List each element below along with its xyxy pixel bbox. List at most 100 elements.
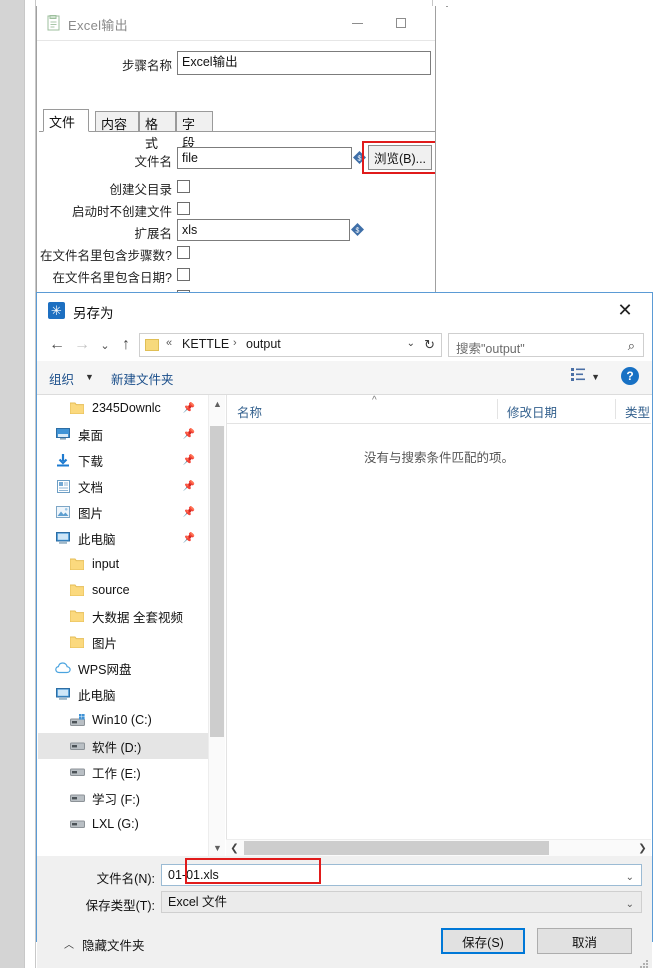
save-form: 文件名(N): 01-01.xls ⌄ 保存类型(T): Excel 文件 ⌄ bbox=[37, 856, 652, 916]
close-icon[interactable]: ✕ bbox=[602, 293, 648, 327]
navigation-bar: ← → ⌄ ↑ « KETTLE › output ⌄ ↻ 搜索"output"… bbox=[37, 329, 652, 361]
minimize-icon[interactable] bbox=[335, 6, 379, 40]
sidebar-scroll-thumb[interactable] bbox=[210, 426, 224, 737]
sidebar-item-label: 此电脑 bbox=[78, 688, 116, 703]
sidebar-item[interactable]: input bbox=[38, 551, 208, 577]
include-date-checkbox[interactable] bbox=[177, 268, 190, 281]
scroll-left-icon[interactable]: ❮ bbox=[226, 840, 243, 857]
sidebar-item[interactable]: 工作 (E:) bbox=[38, 759, 208, 785]
chevron-down-icon-filename[interactable]: ⌄ bbox=[626, 869, 634, 886]
file-name-combobox[interactable]: 01-01.xls ⌄ bbox=[161, 864, 642, 886]
filename-input[interactable]: file bbox=[177, 147, 352, 169]
organize-caret-icon[interactable]: ▼ bbox=[85, 372, 94, 382]
folder-icon bbox=[68, 558, 86, 570]
sidebar-item[interactable]: 图片 bbox=[38, 629, 208, 655]
breadcrumb-item-kettle[interactable]: KETTLE bbox=[182, 337, 229, 351]
sidebar-item-label: 文档 bbox=[78, 480, 104, 495]
sidebar-item[interactable]: source bbox=[38, 577, 208, 603]
scroll-right-icon[interactable]: ❯ bbox=[634, 840, 651, 857]
chevron-down-icon-filetype[interactable]: ⌄ bbox=[626, 896, 634, 913]
tab-file[interactable]: 文件 bbox=[43, 109, 89, 132]
column-header-date[interactable]: 修改日期 bbox=[507, 402, 557, 421]
this-pc-icon bbox=[54, 688, 72, 700]
sidebar-item[interactable]: 2345Downlc 📌 bbox=[38, 395, 208, 421]
view-mode-button[interactable]: ▼ bbox=[571, 368, 600, 386]
column-header-type[interactable]: 类型 bbox=[625, 402, 650, 421]
kettle-icon: ✳ bbox=[48, 302, 65, 319]
sidebar-item-label: 图片 bbox=[92, 636, 118, 651]
search-input[interactable]: 搜索"output" ⌕ bbox=[448, 333, 644, 357]
save-type-label: 保存类型(T): bbox=[85, 899, 155, 913]
create-parent-dir-label: 创建父目录 bbox=[109, 183, 172, 197]
pin-icon[interactable]: 📌 bbox=[183, 533, 195, 544]
extension-input[interactable]: xls bbox=[177, 219, 350, 241]
cancel-button[interactable]: 取消 bbox=[537, 928, 632, 954]
file-list-header: ^ 名称 修改日期 类型 bbox=[227, 395, 651, 424]
organize-button[interactable]: 组织 bbox=[49, 369, 74, 388]
create-parent-dir-checkbox[interactable] bbox=[177, 180, 190, 193]
include-date-label: 在文件名里包含日期? bbox=[52, 271, 172, 285]
no-create-at-start-checkbox[interactable] bbox=[177, 202, 190, 215]
sidebar-item-label: input bbox=[92, 557, 120, 571]
drive-icon bbox=[68, 767, 86, 777]
close-icon[interactable]: ✕ bbox=[423, 6, 435, 40]
pin-icon[interactable]: 📌 bbox=[183, 507, 195, 518]
sidebar-scrollbar[interactable]: ▲ ▼ bbox=[208, 395, 225, 856]
help-icon[interactable]: ? bbox=[621, 367, 639, 385]
sidebar-item[interactable]: 此电脑 📌 bbox=[38, 525, 208, 551]
sidebar-item[interactable]: 软件 (D:) bbox=[38, 733, 208, 759]
file-name-value: 01-01.xls bbox=[168, 868, 219, 882]
sidebar-item[interactable]: 图片 📌 bbox=[38, 499, 208, 525]
new-folder-button[interactable]: 新建文件夹 bbox=[111, 369, 174, 388]
sidebar-item[interactable]: Win10 (C:) bbox=[38, 707, 208, 733]
breadcrumb[interactable]: « KETTLE › output ⌄ ↻ bbox=[139, 333, 442, 357]
sidebar-item[interactable]: 桌面 📌 bbox=[38, 421, 208, 447]
save-dialog-footer: ︿ 隐藏文件夹 保存(S) 取消 bbox=[37, 916, 652, 968]
file-list-scroll-thumb[interactable] bbox=[244, 841, 549, 855]
hide-folders-button[interactable]: ︿ 隐藏文件夹 bbox=[64, 935, 145, 954]
sidebar-item[interactable]: WPS网盘 bbox=[38, 655, 208, 681]
background-panel-right bbox=[653, 0, 669, 968]
step-name-input[interactable]: Excel输出 bbox=[177, 51, 431, 75]
save-button[interactable]: 保存(S) bbox=[441, 928, 525, 954]
variable-insert-icon[interactable]: $ bbox=[353, 151, 366, 164]
save-dialog-toolbar: 组织 ▼ 新建文件夹 ▼ ? bbox=[37, 361, 652, 395]
resize-grip[interactable] bbox=[639, 959, 649, 968]
save-dialog-titlebar: ✳ 另存为 ✕ bbox=[37, 293, 652, 329]
scroll-up-icon[interactable]: ▲ bbox=[209, 395, 226, 412]
sidebar-item-label: LXL (G:) bbox=[92, 817, 139, 831]
save-type-value: Excel 文件 bbox=[168, 895, 228, 909]
file-list-horizontal-scrollbar[interactable]: ❮ ❯ bbox=[226, 839, 651, 856]
sidebar-item[interactable]: 大数据 全套视频 bbox=[38, 603, 208, 629]
sidebar-item[interactable]: 文档 📌 bbox=[38, 473, 208, 499]
pin-icon[interactable]: 📌 bbox=[183, 429, 195, 440]
downloads-icon bbox=[54, 453, 72, 467]
tab-fields[interactable]: 字段 bbox=[176, 111, 213, 151]
pin-icon[interactable]: 📌 bbox=[183, 481, 195, 492]
save-dialog-title: 另存为 bbox=[73, 306, 114, 321]
maximize-icon[interactable] bbox=[379, 6, 423, 40]
sidebar-item-label: WPS网盘 bbox=[78, 662, 132, 677]
save-type-combobox[interactable]: Excel 文件 ⌄ bbox=[161, 891, 642, 913]
column-header-name[interactable]: 名称 bbox=[237, 402, 262, 421]
sidebar-item-label: 桌面 bbox=[78, 428, 104, 443]
variable-insert-icon-extension[interactable]: $ bbox=[351, 223, 364, 236]
back-arrow-icon[interactable]: ← bbox=[45, 333, 69, 357]
pin-icon[interactable]: 📌 bbox=[183, 403, 195, 414]
folder-icon bbox=[68, 402, 86, 414]
browse-button[interactable]: 浏览(B)... bbox=[368, 145, 432, 170]
tab-content[interactable]: 内容 bbox=[95, 111, 139, 132]
pin-icon[interactable]: 📌 bbox=[183, 455, 195, 466]
breadcrumb-item-output[interactable]: output bbox=[246, 337, 281, 351]
scroll-down-icon[interactable]: ▼ bbox=[209, 839, 226, 856]
sidebar-item[interactable]: LXL (G:) bbox=[38, 811, 208, 837]
sidebar-item[interactable]: 下载 📌 bbox=[38, 447, 208, 473]
forward-arrow-icon[interactable]: → bbox=[70, 333, 94, 357]
refresh-icon[interactable]: ↻ bbox=[424, 337, 435, 353]
chevron-down-icon[interactable]: ⌄ bbox=[407, 338, 415, 349]
sidebar-item[interactable]: 学习 (F:) bbox=[38, 785, 208, 811]
sidebar-item[interactable]: 此电脑 bbox=[38, 681, 208, 707]
up-arrow-icon[interactable]: ↑ bbox=[114, 333, 138, 357]
include-stepnr-checkbox[interactable] bbox=[177, 246, 190, 259]
tab-format[interactable]: 格式 bbox=[139, 111, 176, 151]
